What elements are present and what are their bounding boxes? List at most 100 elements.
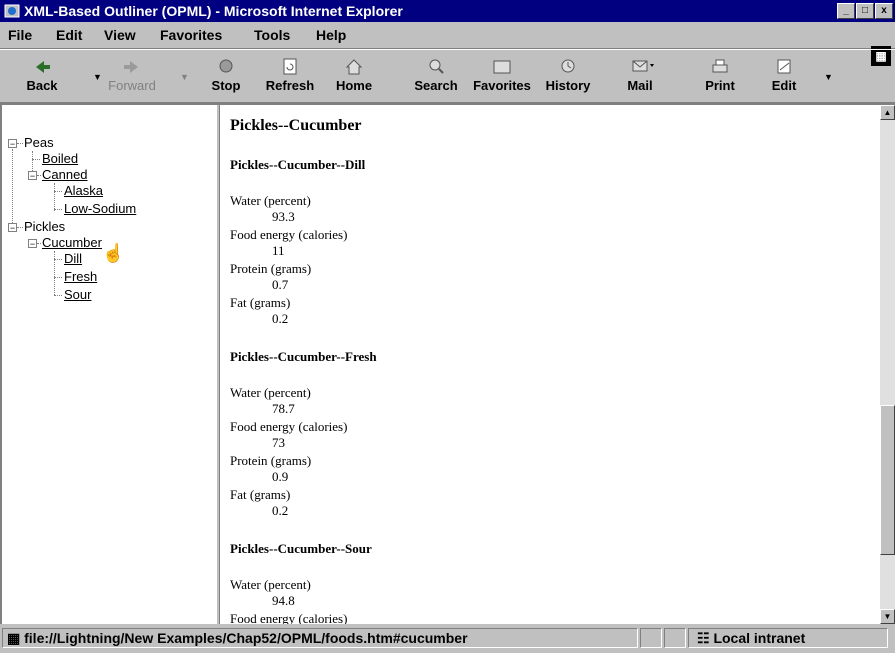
field-value: 0.9 (272, 469, 289, 484)
menu-view[interactable]: View (104, 27, 136, 43)
field-value: 0.2 (272, 311, 289, 326)
print-label: Print (705, 78, 735, 93)
home-icon (345, 59, 363, 75)
tree-connector (37, 243, 41, 244)
menu-file[interactable]: File (8, 27, 32, 43)
peas-collapse-icon[interactable]: − (8, 139, 17, 149)
boiled-link[interactable]: Boiled (42, 151, 78, 166)
tree-node-sour[interactable]: Sour (64, 287, 91, 302)
history-icon (561, 59, 575, 73)
field-label: Water (percent) (230, 385, 311, 400)
window-title: XML-Based Outliner (OPML) - Microsoft In… (24, 3, 403, 19)
field-value: 73 (272, 435, 285, 450)
tree-node-boiled[interactable]: Boiled (42, 151, 78, 166)
dill-link[interactable]: Dill (64, 251, 82, 266)
fresh-link[interactable]: Fresh (64, 269, 97, 284)
edit-icon (777, 59, 791, 74)
status-zone: Local intranet (713, 630, 806, 646)
title-bar: XML-Based Outliner (OPML) - Microsoft In… (0, 0, 895, 22)
field-label: Protein (grams) (230, 453, 312, 468)
tree-node-fresh[interactable]: Fresh (64, 269, 97, 284)
scroll-up-arrow-icon[interactable]: ▲ (880, 105, 895, 120)
cucumber-collapse-icon[interactable]: − (28, 239, 37, 249)
field-value: 11 (272, 243, 285, 258)
history-button[interactable]: History (540, 52, 596, 100)
status-bar: ▦ file://Lightning/New Examples/Chap52/O… (0, 625, 895, 653)
back-arrow-icon (36, 61, 50, 73)
tree-node-cucumber[interactable]: Cucumber (42, 235, 102, 250)
page-icon: ▦ (7, 630, 21, 646)
tree-node-low-sodium[interactable]: Low-Sodium (64, 201, 136, 216)
tree-connector (54, 277, 62, 278)
field-label: Fat (grams) (230, 295, 291, 310)
low-sodium-link[interactable]: Low-Sodium (64, 201, 136, 216)
tree-connector (17, 143, 23, 144)
stop-button[interactable]: Stop (198, 52, 254, 100)
back-label: Back (26, 78, 58, 93)
refresh-label: Refresh (265, 78, 315, 93)
favorites-button[interactable]: Favorites (470, 52, 534, 100)
favorites-folder-icon (493, 60, 511, 74)
tree-node-pickles: Pickles (24, 219, 66, 234)
tree-node-canned[interactable]: Canned (42, 167, 88, 182)
menu-tools[interactable]: Tools (254, 27, 290, 43)
menu-help[interactable]: Help (316, 27, 346, 43)
print-button[interactable]: Print (692, 52, 748, 100)
menu-edit[interactable]: Edit (56, 27, 82, 43)
field-value: 94.8 (272, 593, 295, 608)
forward-label: Forward (108, 78, 156, 93)
edit-label: Edit (771, 78, 797, 93)
edit-dropdown-arrow-icon[interactable]: ▼ (824, 72, 833, 82)
content-pane: Pickles--Cucumber Pickles--Cucumber--Dil… (220, 105, 880, 624)
alaska-link[interactable]: Alaska (64, 183, 103, 198)
minimize-button[interactable]: _ (837, 3, 855, 19)
field-value: 0.2 (272, 503, 289, 518)
field-value: 78.7 (272, 401, 295, 416)
tree-node-dill[interactable]: Dill (64, 251, 82, 266)
pickles-collapse-icon[interactable]: − (8, 223, 17, 233)
ie-app-icon (4, 4, 20, 18)
section-heading: Pickles--Cucumber--Fresh (230, 349, 377, 364)
scroll-down-arrow-icon[interactable]: ▼ (880, 609, 895, 624)
hand-pointer-cursor-icon: ☝ (102, 243, 125, 263)
back-button[interactable]: Back (14, 52, 70, 100)
tree-node-alaska[interactable]: Alaska (64, 183, 103, 198)
mail-button[interactable]: Mail (612, 52, 668, 100)
mail-label: Mail (627, 78, 653, 93)
field-label: Food energy (calories) (230, 227, 348, 242)
canned-collapse-icon[interactable]: − (28, 171, 37, 181)
refresh-button[interactable]: Refresh (262, 52, 318, 100)
forward-button[interactable]: Forward (104, 52, 160, 100)
forward-dropdown-arrow-icon[interactable]: ▼ (180, 72, 189, 82)
outline-tree-pane: − Peas Boiled − Canned Alaska Low-Sodium… (2, 105, 216, 624)
tree-connector (54, 191, 62, 192)
intranet-icon: ☷ (697, 630, 710, 646)
history-label: History (545, 78, 591, 93)
forward-arrow-icon (124, 61, 138, 73)
scrollbar-thumb[interactable] (880, 405, 895, 555)
home-button[interactable]: Home (326, 52, 382, 100)
status-zone-panel: ☷ Local intranet (688, 628, 888, 648)
standard-toolbar: Back ▼ Forward ▼ Stop Refresh Home Searc… (0, 49, 895, 103)
edit-button[interactable]: Edit (756, 52, 812, 100)
stop-label: Stop (211, 78, 241, 93)
canned-link[interactable]: Canned (42, 167, 88, 182)
back-dropdown-arrow-icon[interactable]: ▼ (93, 72, 102, 82)
field-label: Water (percent) (230, 193, 311, 208)
sour-link[interactable]: Sour (64, 287, 91, 302)
field-value: 0.7 (272, 277, 289, 292)
field-label: Fat (grams) (230, 487, 291, 502)
menu-favorites[interactable]: Favorites (160, 27, 222, 43)
section-heading: Pickles--Cucumber--Sour (230, 541, 372, 556)
tree-node-peas: Peas (24, 135, 54, 150)
section-heading: Pickles--Cucumber--Dill (230, 157, 366, 172)
close-button[interactable]: x (875, 3, 893, 19)
vertical-scrollbar[interactable]: ▲ ▼ (880, 105, 895, 624)
menu-bar: File Edit View Favorites Tools Help ▦ (0, 22, 895, 66)
tree-connector (37, 175, 41, 176)
home-label: Home (335, 78, 373, 93)
stop-icon (219, 59, 233, 73)
cucumber-link[interactable]: Cucumber (42, 235, 102, 250)
search-button[interactable]: Search (408, 52, 464, 100)
maximize-button[interactable]: □ (856, 3, 874, 19)
